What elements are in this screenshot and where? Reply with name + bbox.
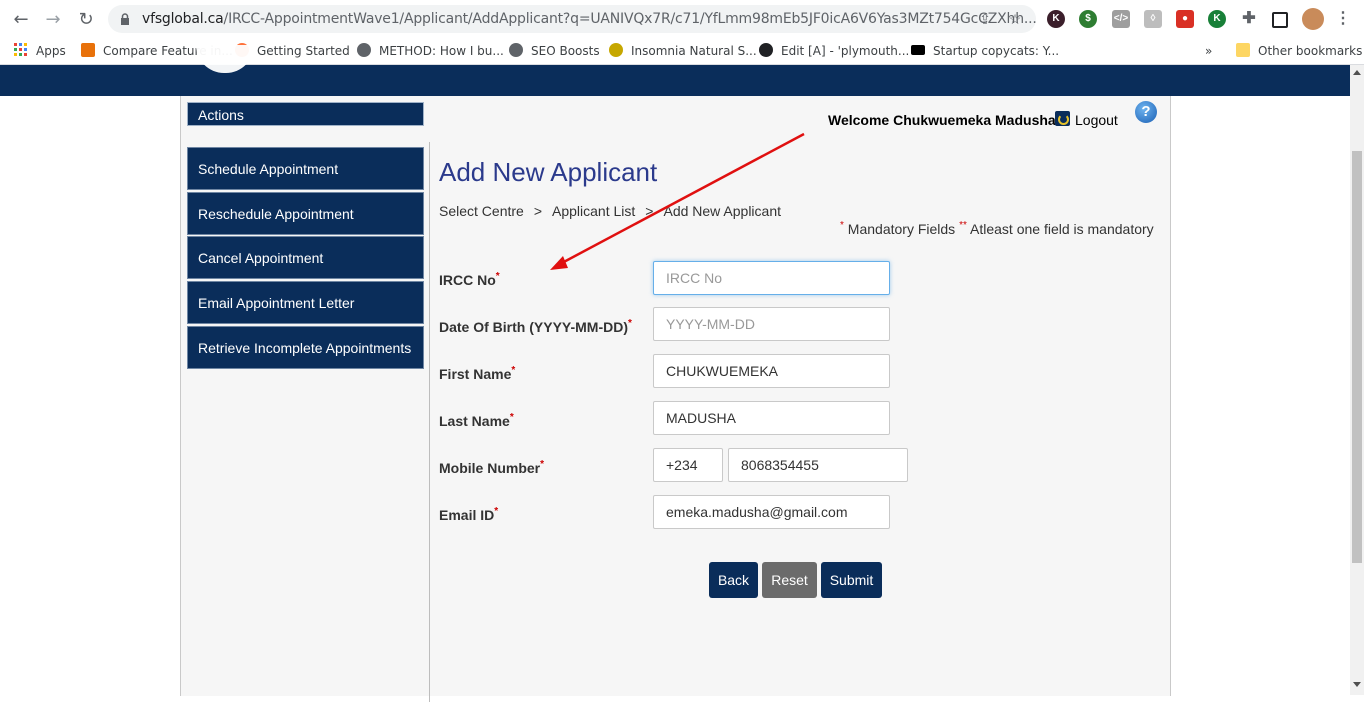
breadcrumb-select-centre[interactable]: Select Centre [439, 203, 524, 219]
back-arrow-icon[interactable]: ← [10, 9, 32, 31]
help-icon[interactable]: ? [1135, 101, 1157, 123]
extension-shield-icon[interactable]: ◊ [1144, 10, 1162, 28]
extension-money-icon[interactable]: $ [1079, 10, 1097, 28]
sidepanel-icon[interactable] [1272, 12, 1288, 28]
ircc-label: IRCC No* [439, 271, 500, 288]
sidebar-item-email-letter[interactable]: Email Appointment Letter [187, 281, 424, 324]
v-icon [81, 43, 95, 57]
scroll-up-icon[interactable] [1353, 70, 1361, 75]
apps-grid-icon [14, 43, 27, 56]
bookmark-insomnia[interactable]: Insomnia Natural S... [609, 42, 757, 60]
sidebar-item-cancel[interactable]: Cancel Appointment [187, 236, 424, 279]
welcome-text: Welcome Chukwuemeka Madusha ! [828, 112, 1065, 128]
extension-k-icon[interactable]: K [1047, 10, 1065, 28]
email-input[interactable] [653, 495, 890, 529]
flower-icon [609, 43, 623, 57]
actions-header: Actions [187, 102, 424, 126]
scroll-thumb[interactable] [1352, 151, 1362, 563]
sidebar-item-reschedule[interactable]: Reschedule Appointment [187, 192, 424, 235]
bookmark-other[interactable]: Other bookmarks [1236, 42, 1362, 60]
bookmark-seo-boosts[interactable]: SEO Boosts [509, 42, 600, 60]
bookmark-startup-copycats[interactable]: Startup copycats: Y... [911, 42, 1059, 60]
puzzle-icon[interactable]: ✚ [1240, 10, 1258, 28]
globe-icon [509, 43, 523, 57]
first-name-label: First Name* [439, 365, 516, 382]
extension-pin-icon[interactable]: ● [1176, 10, 1194, 28]
share-icon[interactable]: ⇪ [976, 10, 994, 28]
page-title: Add New Applicant [439, 157, 658, 187]
avatar[interactable] [1302, 8, 1324, 30]
site-logo [196, 45, 254, 73]
atleast-note: Atleast one field is mandatory [970, 221, 1154, 237]
required-double-mark: ** [959, 220, 967, 231]
bookmark-apps[interactable]: Apps [14, 42, 66, 60]
email-label: Email ID* [439, 506, 499, 523]
site-header [0, 45, 1350, 96]
wordpress-icon [759, 43, 773, 57]
bookmark-method[interactable]: METHOD: How I bu... [357, 42, 504, 60]
mandatory-legend: * Mandatory Fields ** Atleast one field … [840, 220, 1154, 237]
breadcrumb-separator: > [533, 203, 543, 219]
scroll-down-icon[interactable] [1353, 682, 1361, 687]
lock-icon [121, 13, 129, 25]
dob-label: Date Of Birth (YYYY-MM-DD)* [439, 318, 632, 335]
bookmark-edit-plymouth[interactable]: Edit [A] - 'plymouth... [759, 42, 909, 60]
breadcrumb: Select Centre > Applicant List > Add New App… [439, 203, 781, 219]
sidebar-divider [429, 142, 430, 702]
tnw-icon [911, 45, 925, 55]
content-panel: Actions Schedule Appointment Reschedule … [180, 96, 1171, 702]
breadcrumb-current: Add New Applicant [663, 203, 782, 219]
mobile-label: Mobile Number* [439, 459, 545, 476]
logout-icon[interactable] [1055, 111, 1070, 126]
extension-code-icon[interactable]: </> [1112, 10, 1130, 28]
address-bar[interactable]: vfsglobal.ca/IRCC-AppointmentWave1/Appli… [108, 5, 1037, 33]
reset-button[interactable]: Reset [762, 562, 817, 598]
required-mark: * [840, 220, 844, 231]
forward-arrow-icon[interactable]: → [42, 9, 64, 31]
page-scrollbar[interactable] [1350, 65, 1364, 695]
mandatory-note: Mandatory Fields [847, 221, 956, 237]
url-text: vfsglobal.ca/IRCC-AppointmentWave1/Appli… [142, 11, 1037, 27]
extension-k-green-icon[interactable]: K [1208, 10, 1226, 28]
dob-input[interactable] [653, 307, 890, 341]
logout-link[interactable]: Logout [1075, 112, 1118, 128]
globe-icon [357, 43, 371, 57]
browser-toolbar: ← → ↻ vfsglobal.ca/IRCC-AppointmentWave1… [0, 0, 1364, 38]
sidebar-item-retrieve-incomplete[interactable]: Retrieve Incomplete Appointments [187, 326, 424, 369]
last-name-input[interactable] [653, 401, 890, 435]
ircc-input[interactable] [653, 261, 890, 295]
submit-button[interactable]: Submit [821, 562, 882, 598]
more-bookmarks-chevron-icon[interactable]: » [1205, 42, 1212, 60]
back-button[interactable]: Back [709, 562, 758, 598]
reload-icon[interactable]: ↻ [75, 9, 97, 31]
breadcrumb-applicant-list[interactable]: Applicant List [552, 203, 635, 219]
star-icon[interactable]: ☆ [1006, 10, 1024, 28]
last-name-label: Last Name* [439, 412, 514, 429]
folder-icon [1236, 43, 1250, 57]
country-code-input[interactable] [653, 448, 723, 482]
kebab-menu-icon[interactable]: ⋮ [1334, 10, 1352, 28]
sidebar-item-schedule[interactable]: Schedule Appointment [187, 147, 424, 190]
first-name-input[interactable] [653, 354, 890, 388]
mobile-number-input[interactable] [728, 448, 908, 482]
breadcrumb-separator: > [645, 203, 654, 219]
